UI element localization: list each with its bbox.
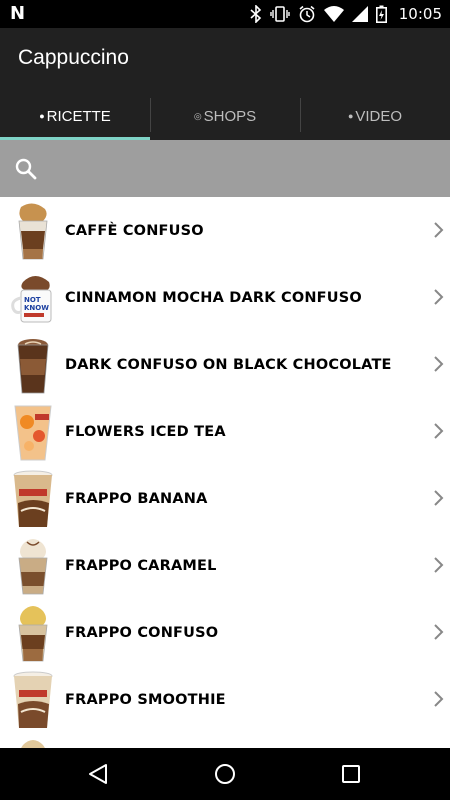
chevron-right-icon bbox=[434, 423, 444, 439]
glass-cup-thumbnail bbox=[9, 603, 57, 663]
status-time: 10:05 bbox=[398, 5, 442, 23]
frappo-cup-thumbnail bbox=[9, 670, 57, 730]
recipe-name: FRAPPO CARAMEL bbox=[65, 557, 217, 574]
tab-label: VIDEO bbox=[355, 107, 403, 125]
search-icon[interactable] bbox=[15, 158, 37, 180]
recipe-name: FRAPPO CONFUSO bbox=[65, 624, 219, 641]
coffee-bean-icon: ◎ bbox=[193, 110, 202, 121]
white-mug-thumbnail: NOT KNOW bbox=[9, 268, 57, 328]
tab-label: SHOPS bbox=[203, 107, 257, 125]
app-bar: Cappuccino ● RICETTE ◎ SHOPS ● VIDEO bbox=[0, 28, 450, 140]
frappo-cup-thumbnail bbox=[9, 469, 57, 529]
recipe-name: CAFFÈ CONFUSO bbox=[65, 222, 204, 239]
recents-icon[interactable] bbox=[340, 763, 362, 785]
home-icon[interactable] bbox=[213, 763, 237, 785]
tab-bar: ● RICETTE ◎ SHOPS ● VIDEO bbox=[0, 92, 450, 140]
app-title: Cappuccino bbox=[18, 46, 129, 69]
chevron-right-icon bbox=[434, 289, 444, 305]
navigation-bar bbox=[0, 748, 450, 800]
tab-ricette[interactable]: ● RICETTE bbox=[0, 92, 150, 140]
list-item[interactable] bbox=[0, 733, 450, 748]
battery-icon bbox=[375, 5, 387, 23]
recipe-name: FRAPPO BANANA bbox=[65, 490, 208, 507]
search-bar[interactable] bbox=[0, 140, 450, 197]
list-item[interactable]: DARK CONFUSO ON BLACK CHOCOLATE bbox=[0, 331, 450, 398]
tab-divider bbox=[150, 98, 151, 132]
bluetooth-icon bbox=[250, 5, 261, 23]
status-bar: N 10:05 bbox=[0, 0, 450, 28]
glass-cup-thumbnail bbox=[9, 201, 57, 261]
recipe-name: FLOWERS ICED TEA bbox=[65, 423, 226, 440]
list-item[interactable]: FRAPPO BANANA bbox=[0, 465, 450, 532]
glass-cup-thumbnail bbox=[9, 335, 57, 395]
chevron-right-icon bbox=[434, 557, 444, 573]
status-icons: 10:05 bbox=[250, 0, 442, 28]
list-item[interactable]: FLOWERS ICED TEA bbox=[0, 398, 450, 465]
list-item[interactable]: CAFFÈ CONFUSO bbox=[0, 197, 450, 264]
svg-text:NOT: NOT bbox=[24, 296, 41, 304]
alarm-icon bbox=[299, 5, 315, 23]
list-item[interactable]: FRAPPO SMOOTHIE bbox=[0, 666, 450, 733]
recipe-name: DARK CONFUSO ON BLACK CHOCOLATE bbox=[65, 356, 392, 373]
tab-video[interactable]: ● VIDEO bbox=[300, 92, 450, 140]
leaf-icon: ● bbox=[39, 111, 45, 121]
chevron-right-icon bbox=[434, 356, 444, 372]
glass-cup-thumbnail bbox=[9, 737, 57, 748]
list-item[interactable]: FRAPPO CONFUSO bbox=[0, 599, 450, 666]
wifi-icon bbox=[323, 6, 344, 22]
signal-icon bbox=[351, 6, 368, 22]
list-item[interactable]: NOT KNOW CINNAMON MOCHA DARK CONFUSO bbox=[0, 264, 450, 331]
iced-tea-cup-thumbnail bbox=[9, 402, 57, 462]
chevron-right-icon bbox=[434, 490, 444, 506]
svg-text:KNOW: KNOW bbox=[24, 304, 49, 312]
tab-shops[interactable]: ◎ SHOPS bbox=[150, 92, 300, 140]
tab-divider bbox=[300, 98, 301, 132]
back-icon[interactable] bbox=[86, 763, 110, 785]
vibrate-icon bbox=[270, 6, 290, 22]
chevron-right-icon bbox=[434, 624, 444, 640]
notification-n-icon: N bbox=[10, 3, 26, 24]
glass-cup-thumbnail bbox=[9, 536, 57, 596]
recipe-name: CINNAMON MOCHA DARK CONFUSO bbox=[65, 289, 362, 306]
recipe-name: FRAPPO SMOOTHIE bbox=[65, 691, 226, 708]
recipe-list: CAFFÈ CONFUSO NOT KNOW CINNAMON MOCHA DAR… bbox=[0, 197, 450, 748]
chevron-right-icon bbox=[434, 222, 444, 238]
tab-label: RICETTE bbox=[46, 107, 111, 125]
leaf-icon: ● bbox=[347, 111, 354, 121]
list-item[interactable]: FRAPPO CARAMEL bbox=[0, 532, 450, 599]
chevron-right-icon bbox=[434, 691, 444, 707]
